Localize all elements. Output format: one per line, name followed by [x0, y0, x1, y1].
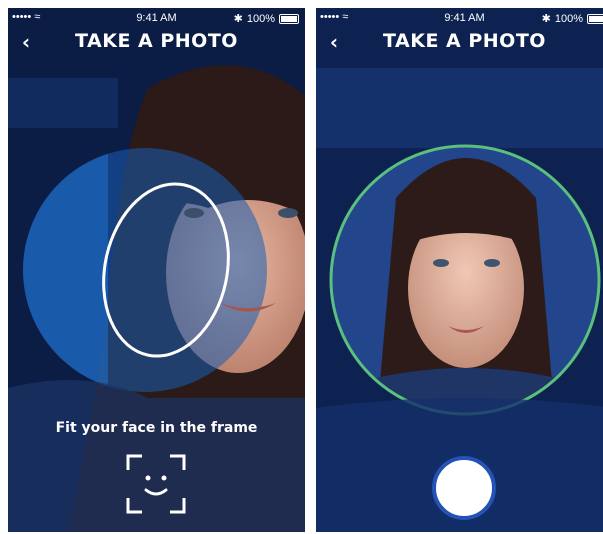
status-right: ✱ 100%	[542, 12, 603, 25]
battery-icon	[279, 13, 299, 24]
battery-percent: 100%	[554, 12, 583, 25]
phone-screen-right: ••••• ≈ 9:41 AM ✱ 100% ‹ TAKE A PHOTO	[316, 8, 603, 532]
phone-screen-left: ••••• ≈ 9:41 AM ✱ 100% ‹ TAKE A PHOTO Fi…	[8, 8, 305, 532]
page-title: TAKE A PHOTO	[75, 30, 238, 52]
face-scan-icon	[126, 454, 186, 514]
instruction-text: Fit your face in the frame	[55, 420, 258, 436]
battery-percent: 100%	[246, 12, 275, 25]
status-bar: ••••• ≈ 9:41 AM ✱ 100%	[8, 8, 305, 28]
status-bar: ••••• ≈ 9:41 AM ✱ 100%	[316, 8, 603, 28]
status-right: ✱ 100%	[234, 12, 299, 25]
bluetooth-icon: ✱	[541, 13, 551, 25]
shutter-button[interactable]	[432, 456, 496, 520]
camera-preview	[316, 8, 603, 532]
nav-bar: ‹ TAKE A PHOTO	[8, 28, 305, 68]
bluetooth-icon: ✱	[233, 13, 243, 25]
battery-icon	[587, 13, 603, 24]
nav-bar: ‹ TAKE A PHOTO	[316, 28, 603, 68]
page-title: TAKE A PHOTO	[383, 30, 546, 52]
